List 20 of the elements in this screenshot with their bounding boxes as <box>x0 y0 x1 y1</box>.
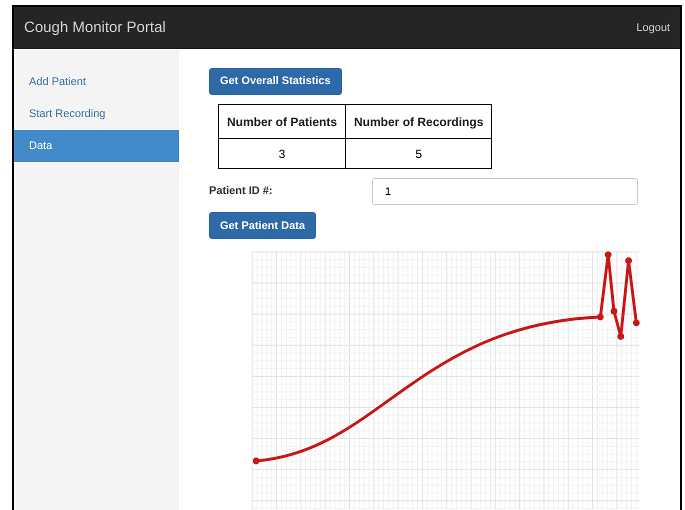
column-header: Number of Recordings <box>346 104 492 139</box>
get-statistics-button[interactable]: Get Overall Statistics <box>209 68 342 96</box>
logout-link[interactable]: Logout <box>636 20 670 36</box>
data-point <box>252 458 260 465</box>
column-header: Number of Patients <box>218 104 346 139</box>
data-point <box>604 252 612 259</box>
app-title[interactable]: Cough Monitor Portal <box>24 16 166 40</box>
data-point <box>596 314 604 321</box>
table-cell: 3 <box>218 138 346 169</box>
get-patient-data-button[interactable]: Get Patient Data <box>209 212 316 240</box>
data-point <box>610 308 618 316</box>
data-point <box>625 258 632 264</box>
sidebar-item[interactable]: Data <box>14 130 179 162</box>
sidebar-item[interactable]: Add Patient <box>14 66 179 98</box>
patient-id-label: Patient ID #: <box>209 184 274 200</box>
patient-id-field[interactable]: 1 <box>372 178 638 206</box>
data-point <box>632 320 640 327</box>
data-point <box>617 334 624 340</box>
table-cell: 5 <box>346 138 492 169</box>
sidebar-item[interactable]: Start Recording <box>14 98 179 130</box>
